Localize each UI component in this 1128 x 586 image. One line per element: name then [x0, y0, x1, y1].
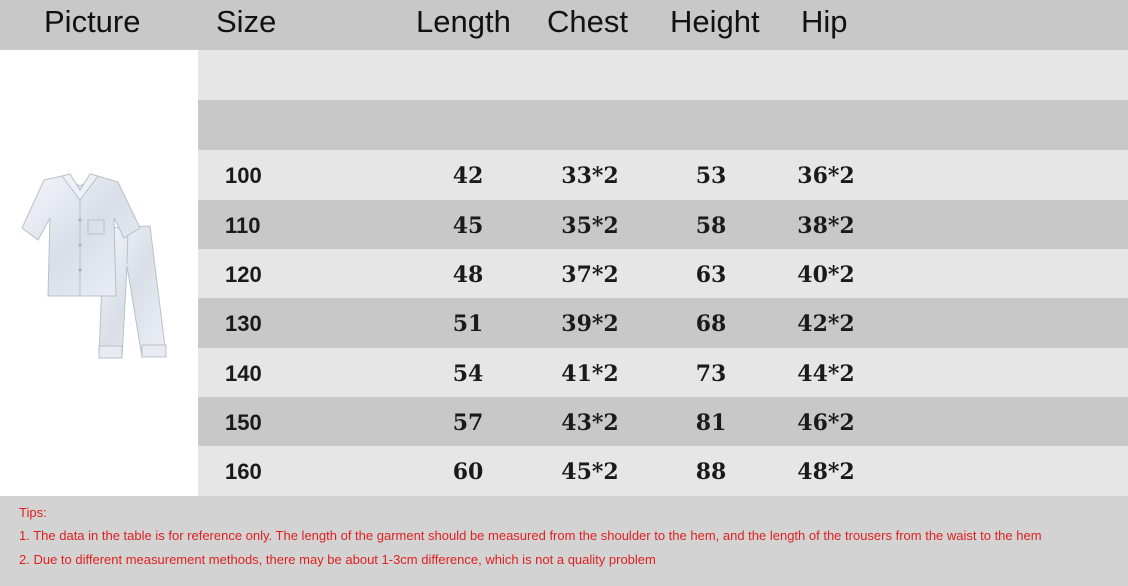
header-chest: Chest: [547, 4, 628, 39]
cell-length: 57: [452, 410, 484, 436]
cell-hip: 48*2: [797, 459, 855, 485]
cell-height: 68: [695, 311, 727, 337]
cell-size: 160: [225, 459, 262, 484]
size-table: 100 42 33*2 53 36*2 110 45 35*2 58 38*2 …: [198, 50, 1128, 496]
empty-row: [198, 100, 1128, 150]
header-height: Height: [670, 4, 760, 39]
tips-panel: Tips: 1. The data in the table is for re…: [0, 496, 1128, 586]
cell-hip: 38*2: [797, 213, 855, 239]
table-header: Picture Size Length Chest Height Hip: [0, 0, 1128, 50]
header-hip: Hip: [801, 4, 848, 39]
cell-chest: 39*2: [561, 311, 619, 337]
cell-height: 88: [695, 459, 727, 485]
cell-chest: 37*2: [561, 262, 619, 288]
empty-row: [198, 50, 1128, 100]
cell-height: 53: [695, 163, 727, 189]
cell-size: 140: [225, 361, 262, 386]
cell-chest: 41*2: [561, 361, 619, 387]
tip-line: 2. Due to different measurement methods,…: [19, 552, 656, 567]
cell-chest: 43*2: [561, 410, 619, 436]
cell-chest: 35*2: [561, 213, 619, 239]
product-picture: [0, 50, 198, 496]
header-size: Size: [216, 4, 277, 39]
table-row: 120 48 37*2 63 40*2: [198, 249, 1128, 299]
cell-length: 42: [452, 163, 484, 189]
table-row: 130 51 39*2 68 42*2: [198, 298, 1128, 348]
tips-title: Tips:: [19, 505, 47, 520]
cell-length: 45: [452, 213, 484, 239]
cell-chest: 33*2: [561, 163, 619, 189]
cell-hip: 46*2: [797, 410, 855, 436]
header-length: Length: [416, 4, 511, 39]
header-picture: Picture: [44, 4, 141, 39]
cell-length: 60: [452, 459, 484, 485]
cell-size: 120: [225, 262, 262, 287]
table-row: 160 60 45*2 88 48*2: [198, 446, 1128, 496]
cell-size: 130: [225, 311, 262, 336]
cell-hip: 40*2: [797, 262, 855, 288]
pajama-set-icon: [21, 173, 167, 359]
cell-chest: 45*2: [561, 459, 619, 485]
cell-hip: 42*2: [797, 311, 855, 337]
cell-hip: 44*2: [797, 361, 855, 387]
cell-height: 81: [695, 410, 727, 436]
table-row: 140 54 41*2 73 44*2: [198, 348, 1128, 398]
table-row: 100 42 33*2 53 36*2: [198, 150, 1128, 200]
table-row: 150 57 43*2 81 46*2: [198, 397, 1128, 447]
cell-length: 51: [452, 311, 484, 337]
cell-size: 150: [225, 410, 262, 435]
cell-height: 63: [695, 262, 727, 288]
cell-hip: 36*2: [797, 163, 855, 189]
cell-length: 54: [452, 361, 484, 387]
cell-size: 100: [225, 163, 262, 188]
cell-height: 73: [695, 361, 727, 387]
cell-length: 48: [452, 262, 484, 288]
cell-size: 110: [225, 213, 261, 238]
tip-line: 1. The data in the table is for referenc…: [19, 528, 1042, 543]
cell-height: 58: [695, 213, 727, 239]
table-row: 110 45 35*2 58 38*2: [198, 200, 1128, 250]
